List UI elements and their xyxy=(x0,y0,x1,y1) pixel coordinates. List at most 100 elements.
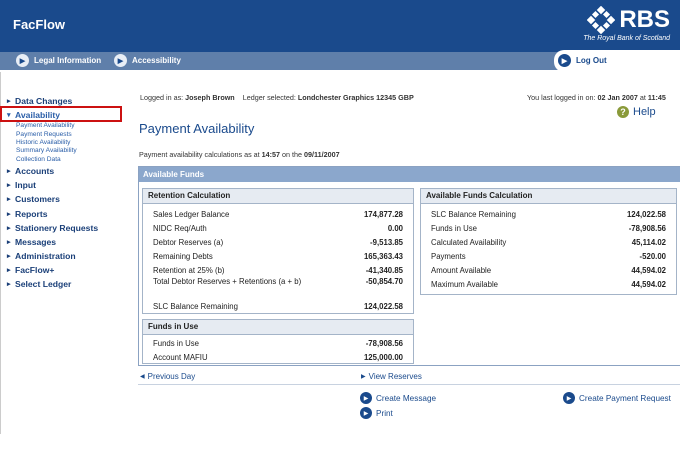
ledger-label: Ledger selected: xyxy=(242,93,296,102)
sidebar-sub-payment-requests[interactable]: Payment Requests xyxy=(7,131,122,139)
arrow-right-icon: ▸ xyxy=(7,98,11,106)
table-row: NIDC Req/Auth 0.00 xyxy=(143,221,413,235)
logout-link[interactable]: ▶ Log Out xyxy=(558,54,607,67)
page-title: Payment Availability xyxy=(139,121,255,136)
table-row: Remaining Debts 165,363.43 xyxy=(143,249,413,263)
legal-information-link[interactable]: ▶ Legal Information xyxy=(16,54,101,67)
arrow-right-icon: ▶ xyxy=(360,392,372,404)
row-label: Debtor Reserves (a) xyxy=(153,237,224,247)
table-row: Funds in Use -78,908.56 xyxy=(421,221,676,235)
table-row: SLC Balance Remaining 124,022.58 xyxy=(143,299,413,313)
sidebar-sub-historic-availability[interactable]: Historic Availability xyxy=(7,139,122,147)
sidebar-item-label: Accounts xyxy=(15,165,55,176)
table-row: Maximum Available 44,594.02 xyxy=(421,277,676,291)
legal-information-label: Legal Information xyxy=(34,56,102,65)
row-value: 44,594.02 xyxy=(631,279,666,289)
arrow-right-icon: ▸ xyxy=(7,281,11,289)
row-label: Funds in Use xyxy=(431,223,477,233)
logout-tab: ▶ Log Out xyxy=(554,50,680,72)
previous-day-label: Previous Day xyxy=(147,372,196,381)
sidebar-item-facflow-plus[interactable]: ▸ FacFlow+ xyxy=(7,263,122,277)
create-payment-request-label: Create Payment Request xyxy=(579,393,671,403)
sidebar-item-input[interactable]: ▸ Input xyxy=(7,178,122,192)
rbs-daisy-icon xyxy=(587,6,616,34)
row-value: 124,022.58 xyxy=(626,209,666,219)
create-payment-request-button[interactable]: ▶ Create Payment Request xyxy=(563,392,671,404)
print-button[interactable]: ▶ Print xyxy=(360,407,393,419)
previous-day-link[interactable]: ◀ Previous Day xyxy=(140,372,195,381)
row-label: Maximum Available xyxy=(431,279,499,289)
help-icon: ? xyxy=(617,106,629,118)
sidebar-item-select-ledger[interactable]: ▸ Select Ledger xyxy=(7,277,122,291)
arrow-right-icon: ▸ xyxy=(7,224,11,232)
sidebar-item-data-changes[interactable]: ▸ Data Changes xyxy=(7,94,122,108)
create-message-label: Create Message xyxy=(376,393,437,403)
calculation-note: Payment availability calculations as at … xyxy=(139,150,340,159)
table-row: SLC Balance Remaining 124,022.58 xyxy=(421,207,676,221)
accessibility-label: Accessibility xyxy=(132,56,181,65)
left-border xyxy=(0,72,1,434)
arrow-right-icon: ▶ xyxy=(114,54,127,67)
sidebar-item-messages[interactable]: ▸ Messages xyxy=(7,235,122,249)
row-value: -520.00 xyxy=(639,251,666,261)
arrow-right-icon: ▶ xyxy=(563,392,575,404)
arrow-down-icon: ▾ xyxy=(7,112,11,120)
sidebar-item-label: Stationery Requests xyxy=(15,222,99,233)
print-label: Print xyxy=(376,408,393,418)
ledger-number: 12345 xyxy=(376,93,397,102)
logo-subtitle: The Royal Bank of Scotland xyxy=(583,35,670,42)
sidebar-item-accounts[interactable]: ▸ Accounts xyxy=(7,164,122,178)
rbs-logo: RBS The Royal Bank of Scotland xyxy=(583,6,670,42)
retention-title: Retention Calculation xyxy=(143,189,413,204)
last-login-date: 02 Jan 2007 xyxy=(597,93,638,102)
sidebar-item-label: Messages xyxy=(15,236,57,247)
row-label: Amount Available xyxy=(431,265,492,275)
sidebar-sub-payment-availability[interactable]: Payment Availability xyxy=(7,122,122,130)
sidebar-item-label: Select Ledger xyxy=(15,279,72,290)
row-label: Total Debtor Reserves + Retentions (a + … xyxy=(153,277,302,286)
sidebar-item-label: Availability xyxy=(15,110,61,121)
sidebar-item-customers[interactable]: ▸ Customers xyxy=(7,192,122,206)
table-row: Debtor Reserves (a) -9,513.85 xyxy=(143,235,413,249)
arrow-right-icon: ▸ xyxy=(7,182,11,190)
ledger-currency: GBP xyxy=(398,93,414,102)
arrow-right-icon: ▶ xyxy=(361,374,366,380)
accessibility-link[interactable]: ▶ Accessibility xyxy=(114,54,181,67)
logged-in-label: Logged in as: xyxy=(140,93,184,102)
sidebar-item-availability[interactable]: ▾ Availability xyxy=(7,108,122,122)
table-row: Retention at 25% (b) -41,340.85 xyxy=(143,263,413,277)
last-login-time: 11:45 xyxy=(647,93,666,102)
table-row: Payments -520.00 xyxy=(421,249,676,263)
row-label: Payments xyxy=(431,251,466,261)
row-value: -50,854.70 xyxy=(365,277,403,286)
calc-on: on the xyxy=(282,150,303,159)
sidebar-item-reports[interactable]: ▸ Reports xyxy=(7,206,122,220)
last-login-label: You last logged in on: xyxy=(527,93,596,102)
row-value: 44,594.02 xyxy=(631,265,666,275)
create-message-button[interactable]: ▶ Create Message xyxy=(360,392,436,404)
available-funds-panel: Available Funds Retention Calculation Sa… xyxy=(138,166,680,366)
sidebar-item-stationery-requests[interactable]: ▸ Stationery Requests xyxy=(7,221,122,235)
help-link[interactable]: ? Help xyxy=(617,106,656,118)
sidebar-sub-collection-data[interactable]: Collection Data xyxy=(7,156,122,164)
row-value: 0.00 xyxy=(387,223,403,233)
sidebar-item-label: Customers xyxy=(15,194,60,205)
table-row: Sales Ledger Balance 174,877.28 xyxy=(143,207,413,221)
view-reserves-link[interactable]: ▶ View Reserves xyxy=(361,372,422,381)
arrow-right-icon: ▸ xyxy=(7,253,11,261)
logo-text: RBS xyxy=(619,6,670,33)
app-name: FacFlow xyxy=(13,17,66,32)
arrow-right-icon: ▸ xyxy=(7,167,11,175)
row-value: -78,908.56 xyxy=(365,338,403,348)
divider xyxy=(138,384,680,385)
table-row: Calculated Availability 45,114.02 xyxy=(421,235,676,249)
sidebar: ▸ Data Changes ▾ Availability Payment Avai… xyxy=(7,94,122,292)
row-value: 124,022.58 xyxy=(363,301,403,311)
sidebar-sub-summary-availability[interactable]: Summary Availability xyxy=(7,147,122,155)
calc-date: 09/11/2007 xyxy=(304,150,340,159)
sidebar-item-administration[interactable]: ▸ Administration xyxy=(7,249,122,263)
view-reserves-label: View Reserves xyxy=(368,372,422,381)
top-header: FacFlow RBS The Royal Bank of Scotland xyxy=(0,0,680,52)
row-label: NIDC Req/Auth xyxy=(153,223,207,233)
arrow-left-icon: ◀ xyxy=(140,374,145,380)
